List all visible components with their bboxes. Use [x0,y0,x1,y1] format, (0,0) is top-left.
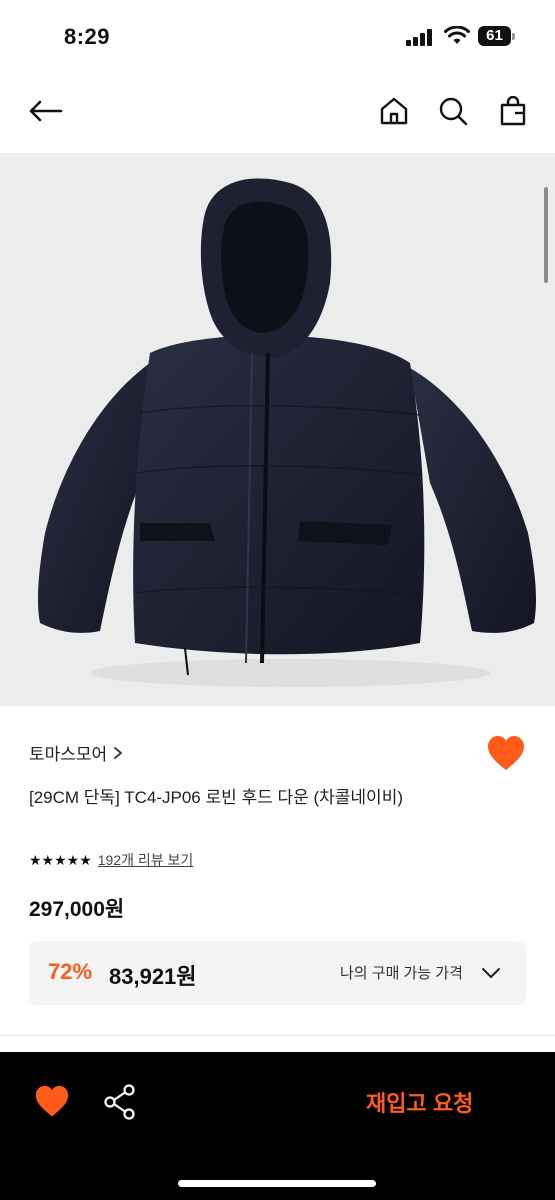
wifi-icon [444,26,470,44]
rating-row: ★★★★★ 192개 리뷰 보기 [29,850,193,870]
brand-link[interactable]: 토마스모어 [29,740,123,765]
my-price-label: 나의 구매 가능 가격 [340,965,463,982]
shopping-bag-icon[interactable] [494,92,532,130]
signal-icon [406,28,434,46]
status-bar: 8:29 61 [0,0,555,70]
home-indicator [178,1180,376,1187]
divider [0,1035,555,1036]
bottom-action-bar: 재입고 요청 [0,1052,555,1200]
discount-rate: 72% [48,959,93,984]
product-image[interactable] [0,153,555,706]
product-title: [29CM 단독] TC4-JP06 로빈 후드 다운 (차콜네이비) [29,788,403,807]
chevron-right-icon [114,746,123,759]
restock-request-button[interactable]: 재입고 요청 [366,1086,473,1118]
my-price-dropdown[interactable]: 72% 83,921원 나의 구매 가능 가격 [29,941,526,1005]
back-arrow-icon[interactable] [26,92,64,130]
home-icon[interactable] [375,92,413,130]
share-icon[interactable] [103,1083,137,1121]
battery-level: 61 [478,26,511,46]
chevron-down-icon [482,968,500,978]
image-scroll-indicator [544,187,548,283]
wishlist-heart-icon[interactable] [486,734,526,774]
jacket-illustration [37,178,536,687]
original-price: 297,000원 [29,898,125,921]
discount-price: 83,921원 [109,964,197,989]
search-icon[interactable] [434,92,472,130]
status-time: 8:29 [64,24,111,49]
top-nav [0,80,555,142]
battery-icon: 61 [478,26,516,46]
heart-icon[interactable] [34,1084,70,1120]
star-rating: ★★★★★ [29,851,92,868]
reviews-link[interactable]: 192개 리뷰 보기 [98,850,194,870]
brand-name: 토마스모어 [29,745,108,764]
